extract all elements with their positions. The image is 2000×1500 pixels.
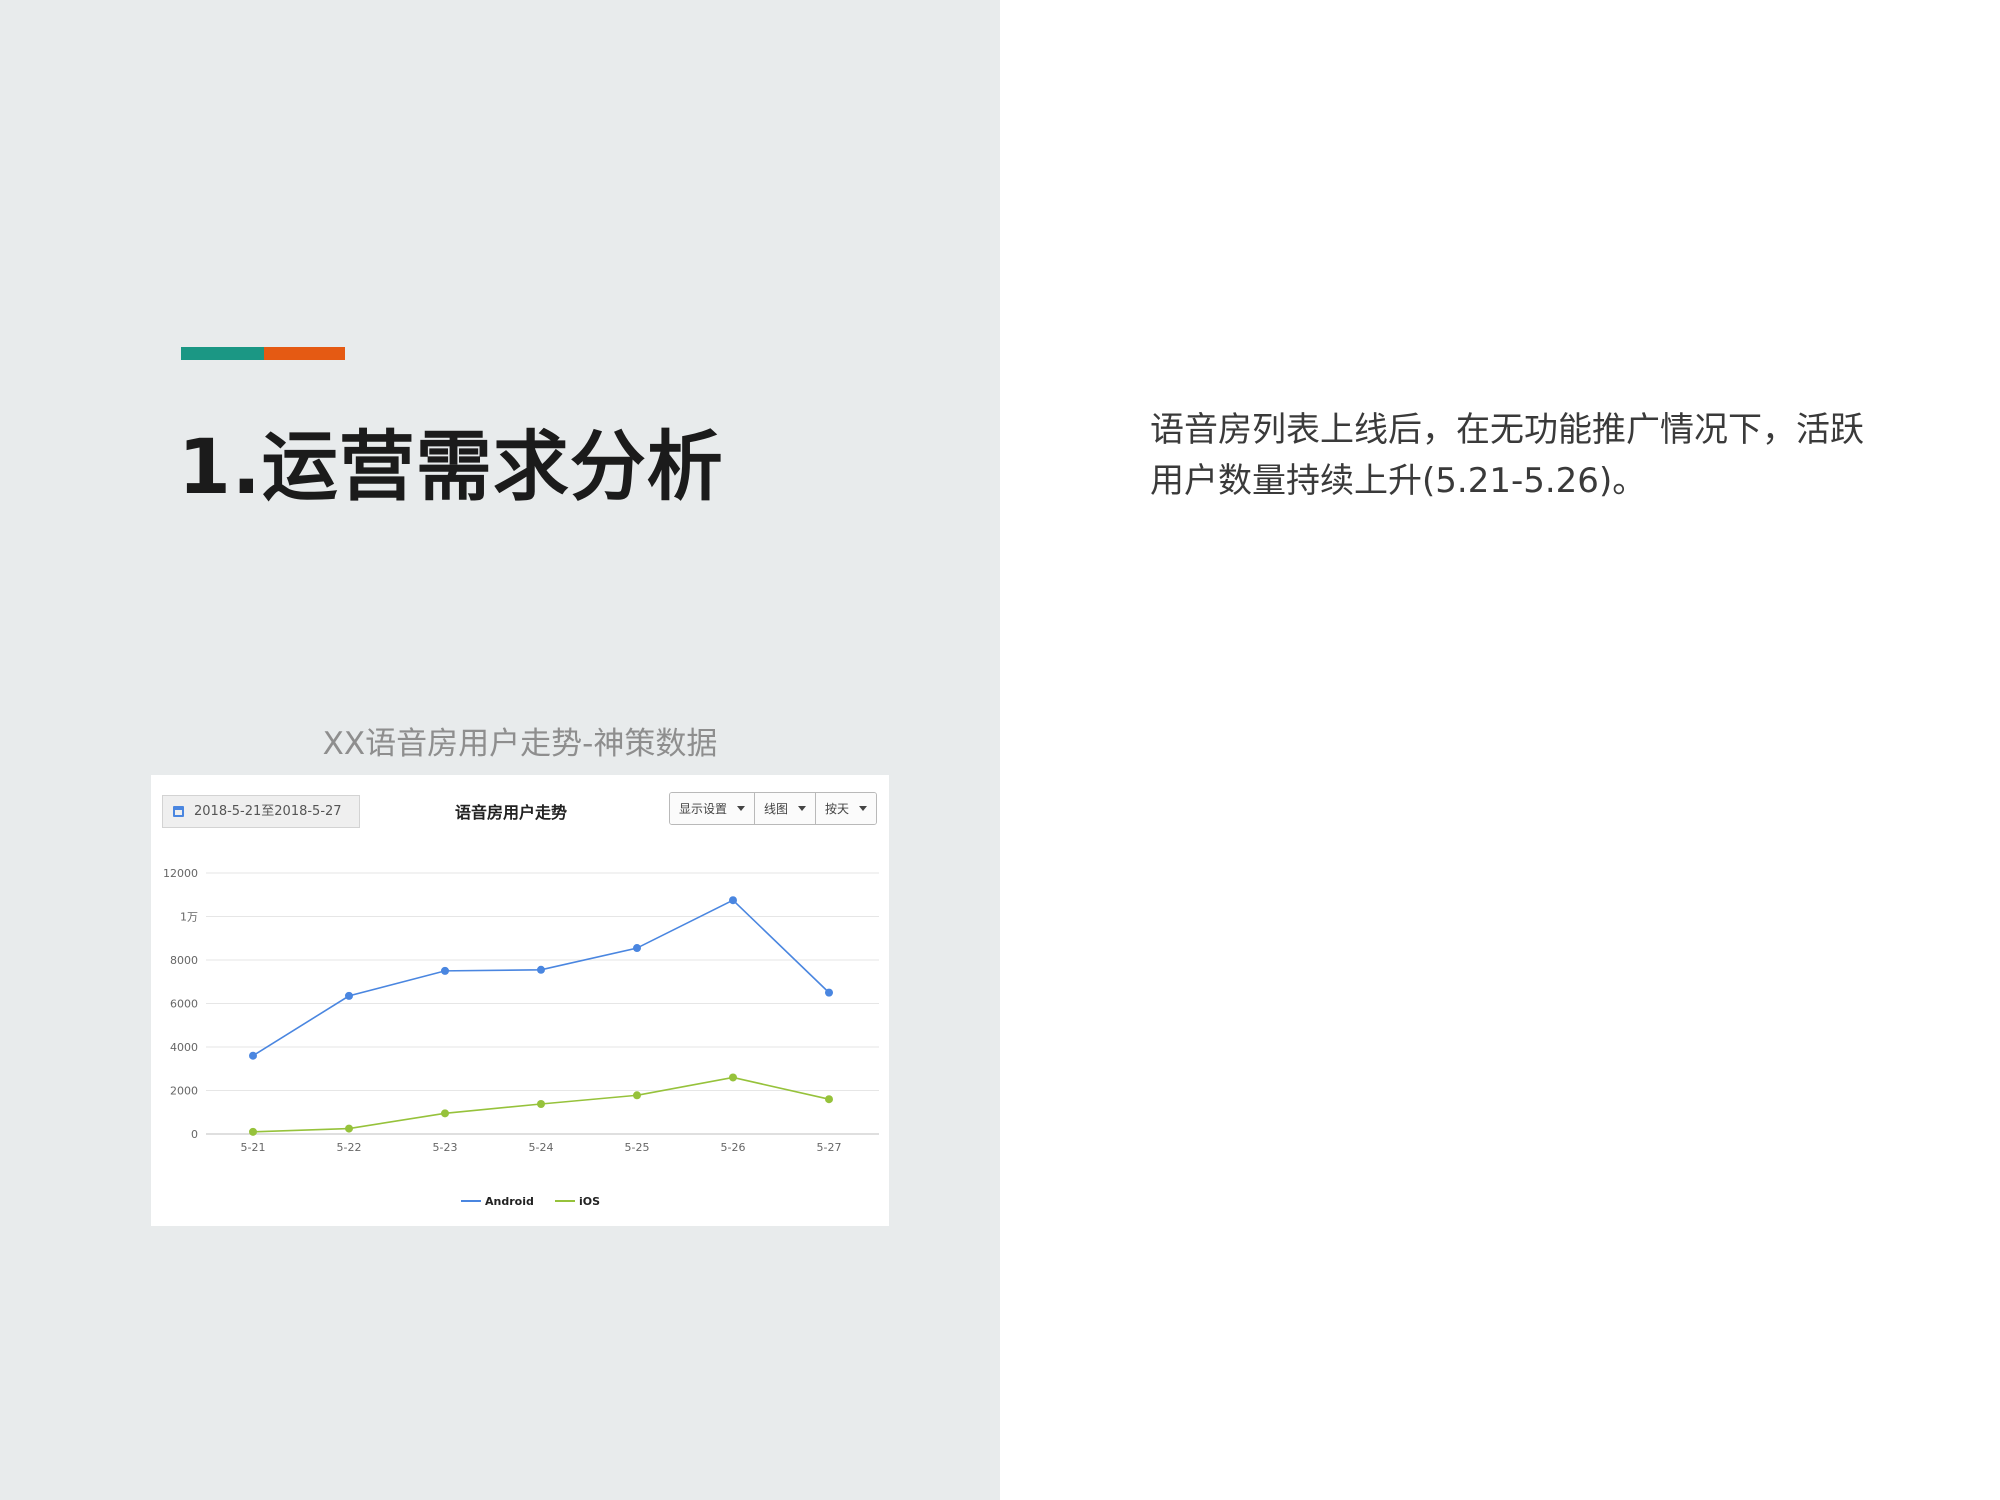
chart-type-dropdown[interactable]: 线图	[755, 793, 817, 824]
x-tick-label: 5-24	[529, 1141, 554, 1154]
data-point-android	[249, 1051, 257, 1060]
chart-title: 语音房用户走势	[454, 803, 567, 822]
data-point-android	[825, 988, 833, 997]
y-tick-label: 8000	[170, 954, 198, 967]
data-point-ios	[345, 1124, 353, 1133]
x-tick-label: 5-25	[625, 1141, 650, 1154]
date-range-label: 2018-5-21至2018-5-27	[194, 804, 342, 819]
data-point-ios	[249, 1127, 257, 1136]
date-range-picker[interactable]: 2018-5-21至2018-5-27	[162, 795, 360, 828]
y-tick-label: 0	[191, 1128, 198, 1141]
chart-type-label: 线图	[764, 802, 789, 816]
legend-label: Android	[485, 1195, 534, 1208]
y-tick-label: 12000	[163, 867, 198, 880]
caret-down-icon	[737, 806, 746, 811]
x-tick-label: 5-21	[241, 1141, 266, 1154]
x-tick-label: 5-22	[337, 1141, 362, 1154]
data-point-android	[345, 991, 353, 1000]
left-panel: 1.运营需求分析 XX语音房用户走势-神策数据 0 2000 4000 6000 800…	[0, 0, 1000, 1500]
data-point-ios	[537, 1099, 545, 1108]
data-point-android	[441, 966, 449, 975]
y-tick-label: 4000	[170, 1041, 198, 1054]
accent-bar-orange	[264, 347, 345, 360]
chart-card: 0 2000 4000 6000 8000 1万 12000 5-21 5-22 5-23 5-24…	[151, 775, 889, 1226]
x-tick-label: 5-26	[721, 1141, 746, 1154]
analysis-text: 语音房列表上线后，在无功能推广情况下，活跃用户数量持续上升(5.21-5.26)…	[1150, 410, 1864, 501]
legend-label: iOS	[579, 1195, 600, 1208]
data-point-ios	[729, 1073, 737, 1082]
x-tick-label: 5-23	[433, 1141, 458, 1154]
chart-caption: XX语音房用户走势-神策数据	[322, 726, 718, 762]
display-settings-dropdown[interactable]: 显示设置	[670, 793, 756, 824]
y-tick-label: 2000	[170, 1085, 198, 1098]
caret-down-icon	[859, 806, 868, 811]
data-point-android	[633, 944, 641, 953]
page-title: 1.运营需求分析	[178, 422, 724, 511]
y-tick-label: 1万	[180, 911, 198, 924]
granularity-dropdown[interactable]: 按天	[816, 793, 877, 824]
caret-down-icon	[798, 806, 807, 811]
data-point-ios	[633, 1091, 641, 1100]
chart-controls: 显示设置 线图 按天	[669, 792, 878, 825]
y-tick-label: 6000	[170, 998, 198, 1011]
data-point-android	[729, 896, 737, 905]
granularity-label: 按天	[825, 802, 850, 816]
display-settings-label: 显示设置	[679, 802, 728, 816]
calendar-icon	[173, 806, 184, 817]
x-tick-label: 5-27	[817, 1141, 842, 1154]
data-point-ios	[825, 1095, 833, 1104]
line-chart: 0 2000 4000 6000 8000 1万 12000 5-21 5-22 5-23 5-24…	[163, 867, 879, 1208]
accent-bar-teal	[181, 347, 264, 360]
data-point-android	[537, 965, 545, 974]
data-point-ios	[441, 1109, 449, 1118]
series-line-android	[252, 899, 830, 1057]
